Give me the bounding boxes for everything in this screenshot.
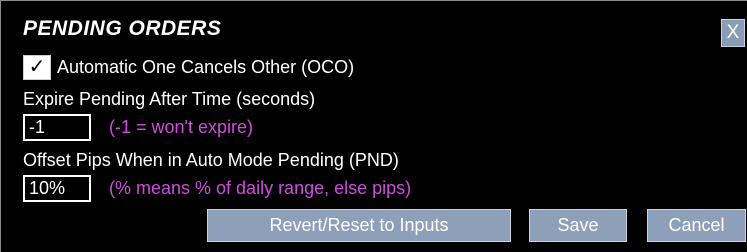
offset-label: Offset Pips When in Auto Mode Pending (P… [23,150,399,170]
expire-label: Expire Pending After Time (seconds) [23,89,316,109]
expire-input[interactable] [23,114,91,141]
cancel-button[interactable]: Cancel [647,209,746,242]
expire-row: (-1 = won't expire) [23,114,253,141]
offset-hint: (% means % of daily range, else pips) [109,178,412,198]
revert-reset-button[interactable]: Revert/Reset to Inputs [207,209,511,242]
oco-label: Automatic One Cancels Other (OCO) [57,57,355,77]
expire-hint: (-1 = won't expire) [109,117,253,137]
close-button[interactable]: X [721,19,745,47]
offset-row: (% means % of daily range, else pips) [23,175,411,202]
oco-row: ✓ Automatic One Cancels Other (OCO) [23,55,354,80]
pending-orders-panel: PENDING ORDERS X ✓ Automatic One Cancels… [0,0,747,252]
panel-title: PENDING ORDERS [23,17,222,40]
oco-checkbox[interactable]: ✓ [23,55,51,80]
offset-input[interactable] [23,175,91,202]
save-button[interactable]: Save [529,209,627,242]
